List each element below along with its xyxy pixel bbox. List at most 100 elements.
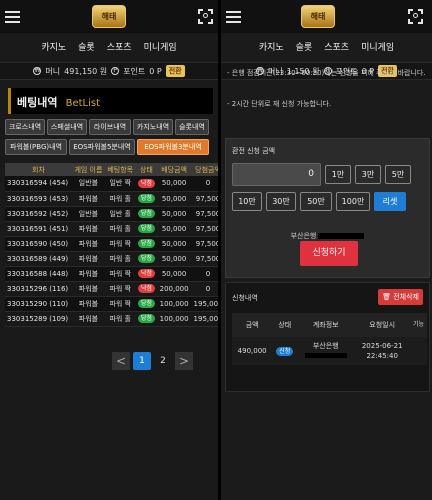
amount-input[interactable]: 0 bbox=[232, 163, 321, 186]
filter-slot[interactable]: 슬롯내역 bbox=[175, 119, 209, 135]
nav-minigame[interactable]: 미니게임 bbox=[361, 38, 394, 58]
amount-button-30man[interactable]: 30만 bbox=[266, 192, 296, 211]
amount-button-10man[interactable]: 10만 bbox=[232, 192, 262, 211]
cell-game: 파워볼 bbox=[72, 281, 105, 297]
status-badge: 낙첨 bbox=[137, 178, 155, 188]
history-row: 490,000 신청 부산은행 2025-06-21 22:45:40 bbox=[232, 337, 427, 365]
logo[interactable]: 해태 bbox=[92, 5, 126, 28]
exchange-label: 환전 신청 금액 bbox=[232, 147, 276, 155]
cell-round: 330315290 (110) bbox=[5, 296, 72, 312]
nav-slot[interactable]: 슬롯 bbox=[296, 38, 313, 58]
pagination: < 1 2 > bbox=[112, 352, 193, 370]
filter-eos5[interactable]: EOS파워볼5분내역 bbox=[69, 139, 135, 155]
cell-round: 330316592 (452) bbox=[5, 206, 72, 222]
cell-round: 330316589 (449) bbox=[5, 251, 72, 267]
cell-game: 파워볼 bbox=[72, 191, 105, 207]
status-badge: 당첨 bbox=[137, 314, 155, 323]
exchange-form: 환전 신청 금액 0 1만 3만 5만 10만 30만 50만 100만 리셋 … bbox=[225, 138, 430, 278]
delete-all-button[interactable]: 🗑 전체삭제 bbox=[378, 289, 423, 305]
status-badge: 당첨 bbox=[137, 239, 155, 248]
nav-sports[interactable]: 스포츠 bbox=[107, 38, 132, 58]
header: 해태 bbox=[0, 0, 218, 33]
cell-win: 195,000 bbox=[191, 296, 218, 312]
history-label: 신청내역 bbox=[232, 294, 258, 302]
logo[interactable]: 해태 bbox=[301, 5, 335, 28]
cell-status: 낙첨 bbox=[135, 281, 158, 297]
table-row: 330315290 (110)파워볼파워 짝당첨100,000195,000 bbox=[5, 296, 218, 312]
menu-icon[interactable] bbox=[5, 11, 20, 26]
filter-eos3[interactable]: EOS파워볼3분내역 bbox=[137, 139, 209, 155]
amount-button-3man[interactable]: 3만 bbox=[355, 165, 381, 184]
history-table: 금액 상태 계좌정보 요청일시 기능 490,000 신청 부산은행 2025-… bbox=[232, 313, 427, 365]
col-amount: 금액 bbox=[232, 313, 273, 337]
cell-bet: 200,000 bbox=[157, 281, 192, 297]
history-account: 부산은행 bbox=[297, 337, 355, 365]
cell-round: 330316591 (451) bbox=[5, 221, 72, 237]
col-date: 요청일시 bbox=[354, 313, 410, 337]
col-status: 상태 bbox=[272, 313, 298, 337]
cell-bet: 50,000 bbox=[157, 221, 192, 237]
cell-item: 파워 짝 bbox=[104, 281, 136, 297]
status-badge: 당첨 bbox=[137, 209, 155, 218]
reset-button[interactable]: 리셋 bbox=[374, 192, 406, 211]
filter-casino[interactable]: 카지노내역 bbox=[133, 119, 173, 135]
exchange-button[interactable]: 전환 bbox=[165, 65, 185, 77]
table-row: 330315289 (109)파워볼파워 홀당첨100,000195,000 bbox=[5, 311, 218, 327]
next-page-button[interactable]: > bbox=[175, 352, 193, 370]
cell-item: 파워 짝 bbox=[104, 296, 136, 312]
cell-game: 파워볼 bbox=[72, 311, 105, 327]
submit-button[interactable]: 신청하기 bbox=[300, 241, 358, 266]
filter-powerball-pbg[interactable]: 파워볼(PBG)내역 bbox=[5, 139, 67, 155]
cell-status: 당첨 bbox=[135, 311, 158, 327]
main-nav: 카지노 슬롯 스포츠 미니게임 bbox=[0, 38, 218, 58]
scan-icon[interactable] bbox=[198, 9, 213, 24]
cell-bet: 50,000 bbox=[157, 266, 192, 282]
money-label: 머니 bbox=[45, 66, 61, 76]
amount-button-5man[interactable]: 5만 bbox=[385, 165, 411, 184]
filter-special[interactable]: 스페셜내역 bbox=[47, 119, 87, 135]
bank-name: 부산은행 bbox=[290, 232, 317, 240]
cell-game: 파워볼 bbox=[72, 266, 105, 282]
nav-casino[interactable]: 카지노 bbox=[259, 38, 284, 58]
status-badge: 당첨 bbox=[137, 224, 155, 233]
col-bet: 배당금액 bbox=[157, 163, 192, 176]
cell-win: 97,500 bbox=[191, 191, 218, 207]
title-ko: 베팅내역 bbox=[17, 96, 58, 109]
table-row: 330316588 (448) 파워볼 파워 짝 낙첨 50,000 0 bbox=[5, 266, 218, 282]
scan-icon[interactable] bbox=[408, 9, 423, 24]
money-icon: ₩ bbox=[33, 67, 42, 75]
nav-sports[interactable]: 스포츠 bbox=[324, 38, 349, 58]
page-2[interactable]: 2 bbox=[154, 352, 172, 370]
cell-round: 330316588 (448) bbox=[5, 266, 72, 282]
amount-button-50man[interactable]: 50만 bbox=[300, 192, 332, 211]
cell-status: 당첨 bbox=[135, 296, 158, 312]
amount-button-1man[interactable]: 1만 bbox=[325, 165, 351, 184]
nav-casino[interactable]: 카지노 bbox=[41, 38, 66, 58]
table-row: 330315296 (116) 파워볼 파워 짝 낙첨 200,000 0 bbox=[5, 281, 218, 297]
status-badge: 신청 bbox=[276, 347, 294, 356]
amount-button-100man[interactable]: 100만 bbox=[336, 192, 370, 211]
table-header-row: 회차 게임 이름 베팅항목 상태 배당금액 당첨금액 bbox=[5, 163, 218, 176]
cell-win: 0 bbox=[191, 266, 218, 282]
nav-slot[interactable]: 슬롯 bbox=[78, 38, 95, 58]
cell-bet: 50,000 bbox=[157, 176, 192, 192]
menu-icon[interactable] bbox=[226, 11, 241, 26]
nav-minigame[interactable]: 미니게임 bbox=[144, 38, 177, 58]
delete-all-label: 전체삭제 bbox=[393, 293, 419, 301]
trash-icon: 🗑 bbox=[382, 293, 391, 301]
cell-status: 낙첨 bbox=[135, 266, 158, 282]
cell-win: 97,500 bbox=[191, 221, 218, 237]
cell-bet: 100,000 bbox=[157, 296, 192, 312]
status-badge: 당첨 bbox=[137, 254, 155, 263]
filter-live[interactable]: 라이브내역 bbox=[89, 119, 131, 135]
cell-round: 330315296 (116) bbox=[5, 281, 72, 297]
table-row: 330316593 (453) 파워볼 파워 홀 당첨 50,000 97,500 bbox=[5, 191, 218, 207]
cell-round: 330316594 (454) bbox=[5, 176, 72, 192]
history-function bbox=[409, 337, 427, 365]
history-date-time: 22:45:40 bbox=[366, 352, 398, 360]
filter-cross[interactable]: 크로스내역 bbox=[5, 119, 45, 135]
col-win: 당첨금액 bbox=[191, 163, 218, 176]
history-account-redacted bbox=[304, 353, 347, 358]
page-1[interactable]: 1 bbox=[133, 352, 151, 370]
prev-page-button[interactable]: < bbox=[112, 352, 130, 370]
